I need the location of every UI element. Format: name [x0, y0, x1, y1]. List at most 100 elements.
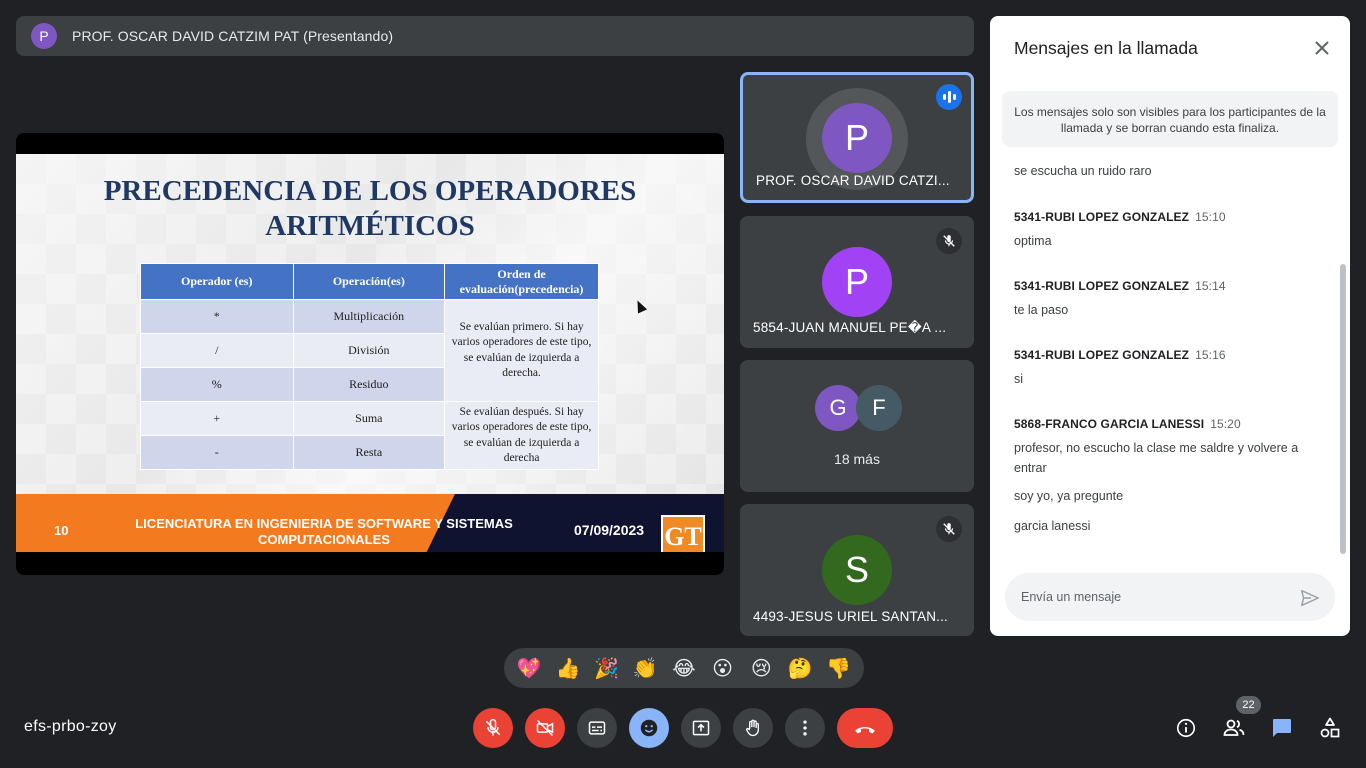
table-row: * Multiplicación Se evalúan primero. Si …	[140, 299, 599, 402]
chat-button[interactable]	[1266, 712, 1298, 744]
table-header: Orden de evaluación(precedencia)	[444, 263, 599, 300]
chat-notice: Los mensajes solo son visibles para los …	[1002, 91, 1338, 147]
slide-program-name: LICENCIATURA EN INGENIERIA DE SOFTWARE Y…	[135, 516, 513, 547]
present-screen-icon	[692, 720, 710, 736]
chat-input-container	[1005, 573, 1335, 621]
chat-message-text: garcia lanessi	[1014, 519, 1091, 533]
mic-off-icon	[485, 718, 501, 736]
participant-group-tile[interactable]: G F 18 más	[740, 360, 974, 492]
reaction-tears-of-joy-icon[interactable]: 😂	[667, 651, 701, 685]
reaction-crying-icon[interactable]: 😢	[744, 651, 778, 685]
table-cell-operation: Multiplicación	[292, 299, 446, 334]
reaction-party-popper-icon[interactable]: 🎉	[590, 651, 624, 685]
meeting-details-button[interactable]	[1170, 712, 1202, 744]
participant-avatar: F	[856, 385, 902, 431]
participant-avatar: S	[822, 535, 892, 605]
participants-button[interactable]	[1218, 712, 1250, 744]
more-participants-label: 18 más	[834, 451, 880, 467]
table-row: + Suma Se evalúan después. Si hay varios…	[140, 401, 599, 470]
reaction-thumbs-up-icon[interactable]: 👍	[551, 651, 585, 685]
more-vert-icon	[803, 720, 807, 736]
chat-message-time: 15:20	[1210, 417, 1241, 431]
chat-message-text: te la paso	[1014, 303, 1069, 317]
table-cell-operation: Suma	[292, 401, 446, 436]
camera-toggle-button[interactable]	[525, 708, 565, 748]
participant-avatar: P	[822, 103, 892, 173]
chat-message-text: si	[1014, 372, 1024, 386]
mic-off-icon	[936, 516, 962, 542]
table-cell-operation: División	[292, 333, 446, 368]
raise-hand-icon	[746, 719, 759, 737]
activities-button[interactable]	[1314, 712, 1346, 744]
reactions-button[interactable]	[629, 708, 669, 748]
hang-up-icon	[855, 727, 875, 734]
captions-icon	[588, 721, 606, 735]
table-cell-order: Se evalúan primero. Si hay varios operad…	[444, 299, 599, 402]
leave-call-button[interactable]	[837, 708, 893, 748]
slide-page-number: 10	[54, 523, 69, 538]
chat-message: 5341-RUBI LOPEZ GONZALEZ 15:10 optima	[1014, 210, 1314, 251]
chat-message-time: 15:10	[1195, 210, 1226, 224]
table-cell-operator: +	[140, 401, 294, 436]
chat-message-time: 15:16	[1195, 348, 1226, 362]
slide-title-line1: PRECEDENCIA DE LOS OPERADORES	[103, 175, 637, 207]
slide-title-line2: ARITMÉTICOS	[265, 210, 475, 242]
reaction-clapping-hands-icon[interactable]: 👏	[628, 651, 662, 685]
table-cell-order: Se evalúan después. Si hay varios operad…	[444, 401, 599, 470]
table-header: Operador (es)	[140, 263, 294, 300]
more-options-button[interactable]	[785, 708, 825, 748]
reaction-surprised-icon[interactable]: 😮	[706, 651, 740, 685]
participant-tile[interactable]: P 5854-JUAN MANUEL PE�A ...	[740, 216, 974, 348]
chat-message-time: 15:14	[1195, 279, 1226, 293]
chat-scrollbar[interactable]	[1340, 264, 1346, 554]
participant-name: 5854-JUAN MANUEL PE�A ...	[753, 320, 947, 335]
chat-message-text: se escucha un ruido raro	[1014, 164, 1152, 178]
reaction-sparkling-heart-icon[interactable]: 💖	[512, 651, 546, 685]
table-cell-operation: Resta	[292, 435, 446, 470]
present-screen-button[interactable]	[681, 708, 721, 748]
participant-tile[interactable]: P PROF. OSCAR DAVID CATZI...	[740, 72, 974, 203]
reaction-thinking-icon[interactable]: 🤔	[783, 651, 817, 685]
participant-name: PROF. OSCAR DAVID CATZI...	[756, 173, 950, 188]
chat-message-sender: 5341-RUBI LOPEZ GONZALEZ	[1014, 348, 1190, 362]
chat-message-text: soy yo, ya pregunte	[1014, 489, 1124, 503]
slide-date: 07/09/2023	[574, 522, 645, 538]
participant-avatar: P	[822, 247, 892, 317]
chat-title: Mensajes en la llamada	[1014, 38, 1198, 58]
meeting-code: efs-prbo-zoy	[24, 718, 117, 735]
presenter-bar: P PROF. OSCAR DAVID CATZIM PAT (Presenta…	[16, 16, 974, 56]
participant-avatar: G	[815, 385, 861, 431]
chat-message: se escucha un ruido raro	[1014, 161, 1314, 181]
chat-message: 5868-FRANCO GARCIA LANESSI 15:20 profesor…	[1014, 417, 1314, 536]
mic-off-icon	[936, 228, 962, 254]
chat-message: 5341-RUBI LOPEZ GONZALEZ 15:14 te la paso	[1014, 279, 1314, 320]
participant-tile[interactable]: S 4493-JESUS URIEL SANTAN...	[740, 504, 974, 636]
table-cell-operation: Residuo	[292, 367, 446, 402]
microphone-toggle-button[interactable]	[473, 708, 513, 748]
chat-message-sender: 5868-FRANCO GARCIA LANESSI	[1014, 417, 1205, 431]
activities-icon	[1320, 717, 1340, 738]
chat-message-text: optima	[1014, 234, 1052, 248]
reaction-thumbs-down-icon[interactable]: 👎	[822, 651, 856, 685]
people-icon	[1223, 719, 1245, 736]
presenter-name: PROF. OSCAR DAVID CATZIM PAT (Presentand…	[72, 28, 394, 44]
table-header: Operación(es)	[292, 263, 446, 300]
chat-panel: Mensajes en la llamada Los mensajes solo…	[990, 16, 1350, 636]
captions-button[interactable]	[577, 708, 617, 748]
chat-message-sender: 5341-RUBI LOPEZ GONZALEZ	[1014, 279, 1190, 293]
chat-message: 5341-RUBI LOPEZ GONZALEZ 15:16 si	[1014, 348, 1314, 389]
reactions-bar: 💖 👍 🎉 👏 😂 😮 😢 🤔 👎	[504, 648, 864, 688]
speaking-indicator-icon	[936, 84, 962, 110]
table-cell-operator: *	[140, 299, 294, 334]
table-cell-operator: -	[140, 435, 294, 470]
chat-icon	[1273, 719, 1291, 737]
close-icon[interactable]	[1312, 38, 1332, 58]
table-cell-operator: /	[140, 333, 294, 368]
presenter-avatar: P	[31, 23, 57, 49]
chat-message-input[interactable]	[1021, 590, 1291, 604]
send-icon[interactable]	[1299, 587, 1321, 609]
raise-hand-button[interactable]	[733, 708, 773, 748]
chat-message-list[interactable]: se escucha un ruido raro 5341-RUBI LOPEZ…	[990, 156, 1350, 556]
emoji-icon	[640, 719, 658, 737]
chat-message-sender: 5341-RUBI LOPEZ GONZALEZ	[1014, 210, 1190, 224]
